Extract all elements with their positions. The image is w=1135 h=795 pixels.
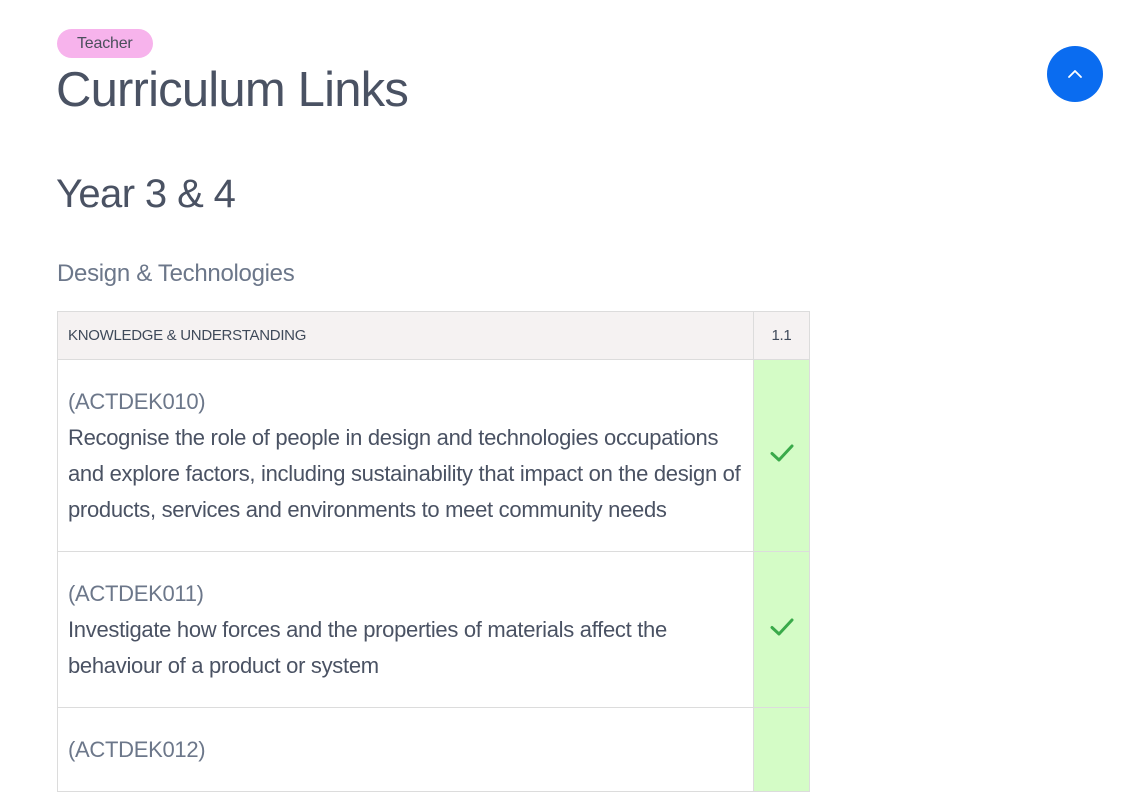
- section-title: Year 3 & 4: [56, 172, 236, 216]
- outcome-cell: (ACTDEK012): [57, 707, 754, 792]
- coverage-cell: [753, 551, 810, 708]
- outcome-code: (ACTDEK011): [68, 581, 204, 606]
- checkmark-icon: [770, 444, 793, 462]
- page-title: Curriculum Links: [56, 63, 409, 117]
- outcome-text: Recognise the role of people in design a…: [68, 425, 741, 522]
- curriculum-table: KNOWLEDGE & UNDERSTANDING 1.1 (ACTDEK010…: [57, 311, 810, 792]
- outcome-text: Investigate how forces and the propertie…: [68, 617, 667, 678]
- table-row: (ACTDEK011) Investigate how forces and t…: [57, 551, 810, 708]
- table-row: (ACTDEK012): [57, 707, 810, 792]
- back-to-top-button[interactable]: [1047, 46, 1103, 102]
- outcome-cell: (ACTDEK011) Investigate how forces and t…: [57, 551, 754, 708]
- chevron-up-icon: [1068, 70, 1082, 78]
- audience-badge: Teacher: [57, 29, 153, 58]
- coverage-cell: [753, 359, 810, 552]
- page: Teacher Curriculum Links Year 3 & 4 Desi…: [0, 0, 1135, 795]
- outcome-code: (ACTDEK010): [68, 389, 206, 414]
- table-header-row: KNOWLEDGE & UNDERSTANDING 1.1: [57, 311, 810, 360]
- table-row: (ACTDEK010) Recognise the role of people…: [57, 359, 810, 552]
- outcome-cell: (ACTDEK010) Recognise the role of people…: [57, 359, 754, 552]
- outcome-code: (ACTDEK012): [68, 737, 206, 762]
- subsection-title: Design & Technologies: [57, 260, 295, 287]
- checkmark-icon: [770, 618, 793, 636]
- column-header-strand: KNOWLEDGE & UNDERSTANDING: [57, 311, 754, 360]
- column-header-lesson: 1.1: [753, 311, 810, 360]
- coverage-cell: [753, 707, 810, 792]
